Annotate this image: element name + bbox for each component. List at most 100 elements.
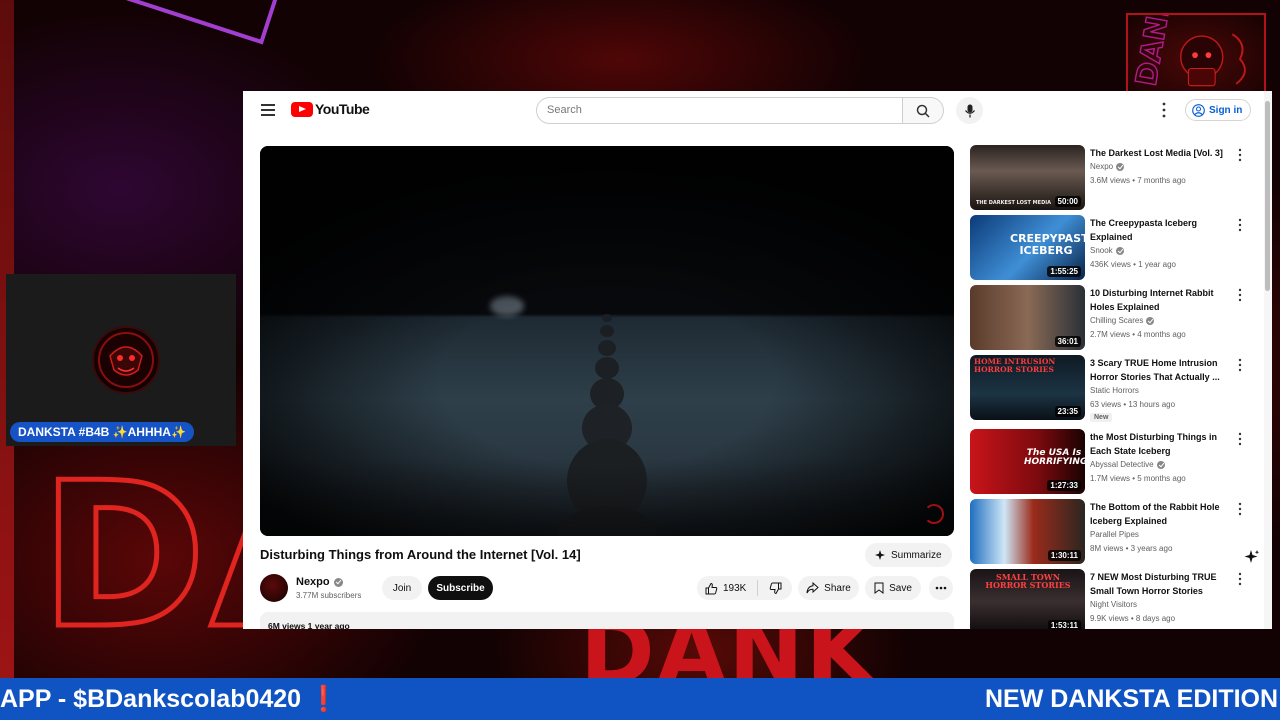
video-thumbnail[interactable]: THE DARKEST LOST MEDIA 50:00 — [970, 145, 1085, 210]
related-meta: 1.7M views • 5 months ago — [1090, 474, 1186, 483]
ticker-text-left: APP - $BDankscolab0420 ❗ — [0, 685, 340, 713]
share-button[interactable]: Share — [798, 576, 859, 600]
related-video-item[interactable]: 36:01 10 Disturbing Internet Rabbit Hole… — [970, 285, 1260, 351]
related-meta: 63 views • 13 hours ago — [1090, 400, 1176, 409]
related-meta: 436K views • 1 year ago — [1090, 260, 1176, 269]
related-video-item[interactable]: The USA Is HORRIFYING 1:27:33 the Most D… — [970, 429, 1260, 495]
related-channel[interactable]: Abyssal Detective — [1090, 460, 1165, 469]
youtube-header: YouTube Search Sign in — [243, 91, 1272, 131]
related-video-item[interactable]: THE DARKEST LOST MEDIA 50:00 The Darkest… — [970, 145, 1260, 211]
thumbnail-text: HOME INTRUSION HORROR STORIES — [974, 357, 1056, 374]
share-label: Share — [824, 582, 851, 594]
share-icon — [806, 582, 819, 594]
item-menu-icon[interactable] — [1237, 502, 1243, 516]
video-thumbnail[interactable]: CREEPYPASTA ICEBERG 1:55:25 — [970, 215, 1085, 280]
ticker-text-right: NEW DANKSTA EDITION — [985, 685, 1279, 713]
verified-icon — [333, 577, 343, 587]
voice-search-button[interactable] — [956, 97, 983, 124]
related-channel-name: Parallel Pipes — [1090, 530, 1139, 539]
video-title: Disturbing Things from Around the Intern… — [260, 547, 581, 562]
video-duration: 1:55:25 — [1047, 266, 1081, 277]
related-meta: 9.9K views • 8 days ago — [1090, 614, 1176, 623]
channel-avatar[interactable] — [260, 574, 288, 602]
ai-sparkle-icon[interactable] — [1244, 549, 1260, 565]
description-box[interactable]: 6M views 1 year ago — [260, 612, 954, 629]
sign-in-button[interactable]: Sign in — [1185, 99, 1252, 121]
related-channel[interactable]: Snook — [1090, 246, 1124, 255]
related-channel[interactable]: Chilling Scares — [1090, 316, 1155, 325]
related-video-item[interactable]: 1:30:11 The Bottom of the Rabbit Hole Ic… — [970, 499, 1260, 565]
subscribe-button[interactable]: Subscribe — [428, 576, 493, 600]
dank-mascot-icon — [98, 332, 154, 388]
page-scrollbar[interactable] — [1264, 91, 1272, 629]
more-horizontal-icon — [935, 586, 947, 590]
related-video-title[interactable]: The Creepypasta Iceberg Explained — [1090, 217, 1230, 244]
related-video-title[interactable]: The Darkest Lost Media [Vol. 3] — [1090, 147, 1230, 161]
subscriber-count: 3.77M subscribers — [296, 591, 362, 600]
item-menu-icon[interactable] — [1237, 148, 1243, 162]
youtube-logo-text: YouTube — [315, 101, 370, 117]
item-menu-icon[interactable] — [1237, 358, 1243, 372]
related-channel-name: Night Visitors — [1090, 600, 1137, 609]
related-channel-name: Static Horrors — [1090, 386, 1139, 395]
video-thumbnail[interactable]: The USA Is HORRIFYING 1:27:33 — [970, 429, 1085, 494]
item-menu-icon[interactable] — [1237, 218, 1243, 232]
scrollbar-thumb[interactable] — [1265, 101, 1270, 291]
related-video-title[interactable]: The Bottom of the Rabbit Hole Iceberg Ex… — [1090, 501, 1230, 528]
related-channel[interactable]: Night Visitors — [1090, 600, 1137, 609]
settings-kebab-icon[interactable] — [1161, 101, 1167, 119]
video-duration: 1:30:11 — [1047, 550, 1081, 561]
search-input[interactable]: Search — [536, 97, 902, 124]
youtube-logo[interactable]: YouTube — [291, 101, 370, 117]
summarize-label: Summarize — [891, 549, 942, 561]
more-actions-button[interactable] — [929, 576, 953, 600]
streamer-badge: DANKSTA #B4B ✨AHHHA✨ — [10, 422, 194, 442]
menu-icon[interactable] — [261, 104, 275, 116]
item-menu-icon[interactable] — [1237, 572, 1243, 586]
video-thumbnail[interactable]: 36:01 — [970, 285, 1085, 350]
video-thumbnail[interactable]: HOME INTRUSION HORROR STORIES 23:35 — [970, 355, 1085, 420]
related-channel-name: Snook — [1090, 246, 1113, 255]
join-button[interactable]: Join — [382, 576, 422, 600]
dank-logo-icon: DANK — [1128, 0, 1246, 89]
related-video-title[interactable]: 3 Scary TRUE Home Intrusion Horror Stori… — [1090, 357, 1230, 384]
related-video-item[interactable]: SMALL TOWN HORROR STORIES 1:53:11 7 NEW … — [970, 569, 1260, 629]
video-duration: 23:35 — [1054, 406, 1081, 417]
verified-icon — [1146, 316, 1155, 325]
dislike-icon[interactable] — [769, 582, 782, 595]
channel-name[interactable]: Nexpo — [296, 576, 343, 588]
related-channel[interactable]: Static Horrors — [1090, 386, 1139, 395]
video-player[interactable] — [260, 146, 954, 536]
item-menu-icon[interactable] — [1237, 432, 1243, 446]
svg-text:DANK: DANK — [1129, 15, 1179, 88]
item-menu-icon[interactable] — [1237, 288, 1243, 302]
like-separator — [757, 580, 759, 596]
video-thumbnail[interactable]: SMALL TOWN HORROR STORIES 1:53:11 — [970, 569, 1085, 629]
related-meta: 2.7M views • 4 months ago — [1090, 330, 1186, 339]
related-channel[interactable]: Nexpo — [1090, 162, 1125, 171]
bookmark-icon — [874, 582, 884, 594]
thumbnail-text: CREEPYPASTA ICEBERG — [1010, 232, 1085, 257]
news-ticker: APP - $BDankscolab0420 ❗ NEW DANKSTA EDI… — [0, 678, 1280, 720]
related-video-title[interactable]: the Most Disturbing Things in Each State… — [1090, 431, 1230, 458]
video-thumbnail[interactable]: 1:30:11 — [970, 499, 1085, 564]
browser-window: YouTube Search Sign in Disturbing Things… — [243, 91, 1272, 629]
related-video-title[interactable]: 7 NEW Most Disturbing TRUE Small Town Ho… — [1090, 571, 1230, 598]
like-count[interactable]: 193K — [723, 583, 746, 594]
microphone-icon — [964, 104, 975, 117]
save-label: Save — [889, 582, 912, 594]
related-channel[interactable]: Parallel Pipes — [1090, 530, 1139, 539]
related-video-item[interactable]: CREEPYPASTA ICEBERG 1:55:25 The Creepypa… — [970, 215, 1260, 281]
streamer-avatar — [92, 326, 160, 394]
sign-in-label: Sign in — [1209, 104, 1243, 116]
like-icon[interactable] — [705, 582, 718, 595]
youtube-play-icon — [291, 101, 313, 117]
search-button[interactable] — [902, 97, 944, 124]
new-badge: New — [1090, 413, 1113, 422]
channel-watermark-icon[interactable] — [924, 504, 944, 524]
save-button[interactable]: Save — [865, 576, 921, 600]
sparkle-icon — [875, 549, 885, 560]
related-video-title[interactable]: 10 Disturbing Internet Rabbit Holes Expl… — [1090, 287, 1230, 314]
summarize-button[interactable]: Summarize — [865, 543, 952, 567]
related-video-item[interactable]: HOME INTRUSION HORROR STORIES 23:35 3 Sc… — [970, 355, 1260, 422]
